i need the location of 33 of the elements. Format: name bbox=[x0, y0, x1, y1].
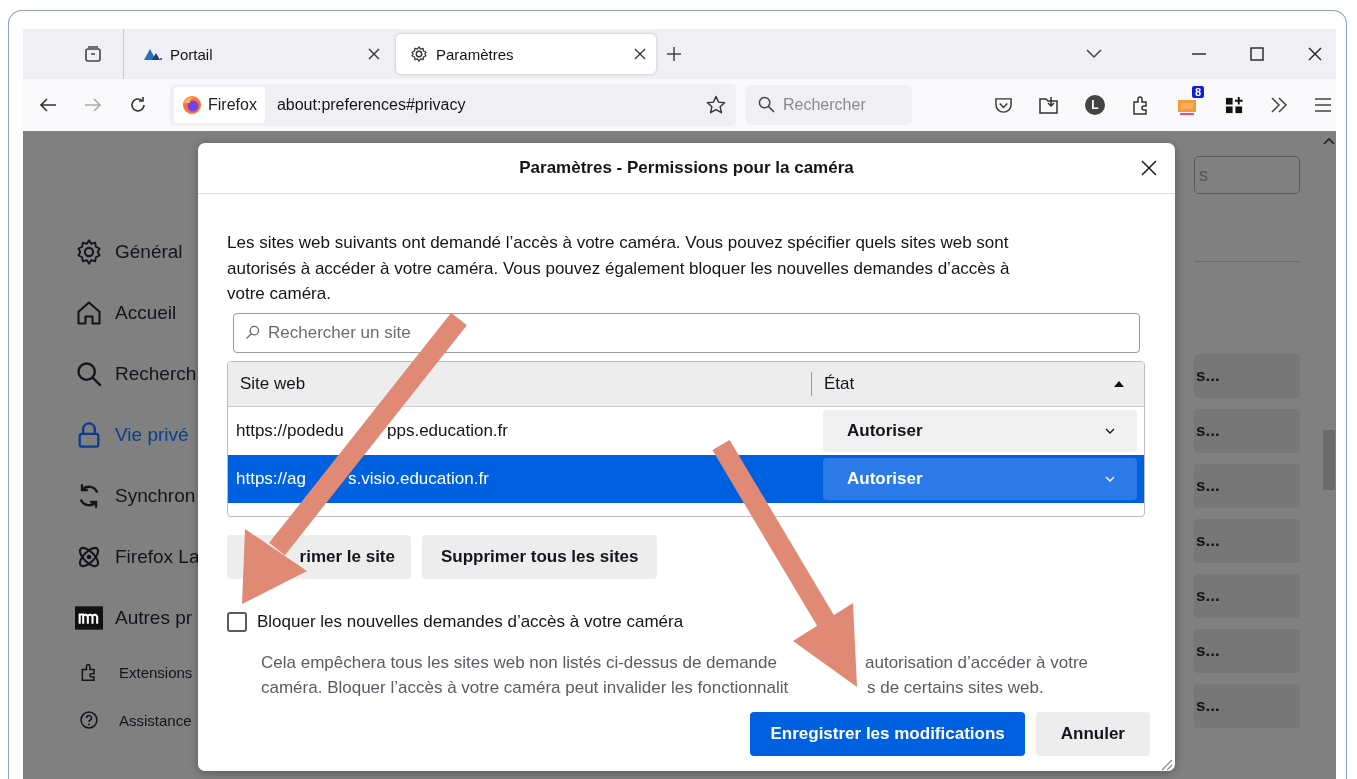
dialog-title: Paramètres - Permissions pour la caméra bbox=[519, 158, 854, 178]
notification-badge: 8 bbox=[1191, 86, 1204, 98]
remove-all-button[interactable]: Supprimer tous les sites bbox=[422, 534, 658, 579]
settings-button[interactable]: s... bbox=[1194, 684, 1300, 728]
site-cell-text: https://podedu pps.education.fr bbox=[235, 420, 509, 441]
state-dropdown[interactable]: Autoriser bbox=[823, 457, 1137, 500]
table-row[interactable]: https://ag s.visio.education.fr Autoriser bbox=[228, 454, 1144, 503]
settings-button[interactable]: s... bbox=[1194, 519, 1300, 563]
state-dropdown[interactable]: Autoriser bbox=[823, 409, 1137, 452]
settings-button[interactable]: s... bbox=[1194, 574, 1300, 618]
browser-tab[interactable]: Paramètres bbox=[396, 34, 656, 74]
note-text: caméra. Bloquer l’accès à votre caméra peut invalider les fonctionnalit s de certains sites web. bbox=[261, 676, 1045, 699]
url-text: about:preferences#privacy bbox=[276, 96, 466, 114]
browser-tab[interactable]: Portail bbox=[130, 34, 390, 74]
sidebar-item[interactable]: Assistance bbox=[75, 696, 275, 744]
note-text: Cela empêchera tous les sites web non listés ci-dessus de demande autorisation d’accéder à votre bbox=[261, 651, 1090, 674]
column-header[interactable]: État bbox=[811, 371, 855, 396]
account-avatar[interactable]: L bbox=[1085, 95, 1105, 115]
settings-button[interactable]: s... bbox=[1194, 464, 1300, 508]
search-field[interactable]: Rechercher bbox=[746, 85, 912, 125]
save-button[interactable]: Enregistrer les modifications bbox=[750, 711, 1025, 756]
identity-button[interactable]: Firefox bbox=[174, 87, 265, 123]
cancel-button[interactable]: Annuler bbox=[1035, 711, 1150, 756]
table-row[interactable]: https://podedu pps.education.fr Autoriser bbox=[228, 406, 1144, 455]
settings-button[interactable]: s... bbox=[1194, 409, 1300, 453]
settings-button[interactable]: s... bbox=[1194, 354, 1300, 398]
address-bar[interactable]: Firefox about:preferences#privacy bbox=[170, 84, 736, 126]
checkbox-label[interactable]: Bloquer les nouvelles demandes d’accès à votre caméra bbox=[257, 611, 684, 632]
description-text: Les sites web suivants ont demandé l’accès à votre caméra. Vous pouvez spécifier quels sites web sont autorisés à accéder à votre caméra. Vous pouvez également bloquer les nouvelles demandes d’accès à votre caméra. bbox=[227, 232, 1011, 305]
column-header[interactable]: Site web bbox=[228, 373, 811, 394]
settings-button[interactable]: s... bbox=[1194, 629, 1300, 673]
site-cell-text: https://ag s.visio.education.fr bbox=[235, 468, 490, 489]
site-search-field[interactable]: Rechercher un site bbox=[233, 312, 1140, 353]
